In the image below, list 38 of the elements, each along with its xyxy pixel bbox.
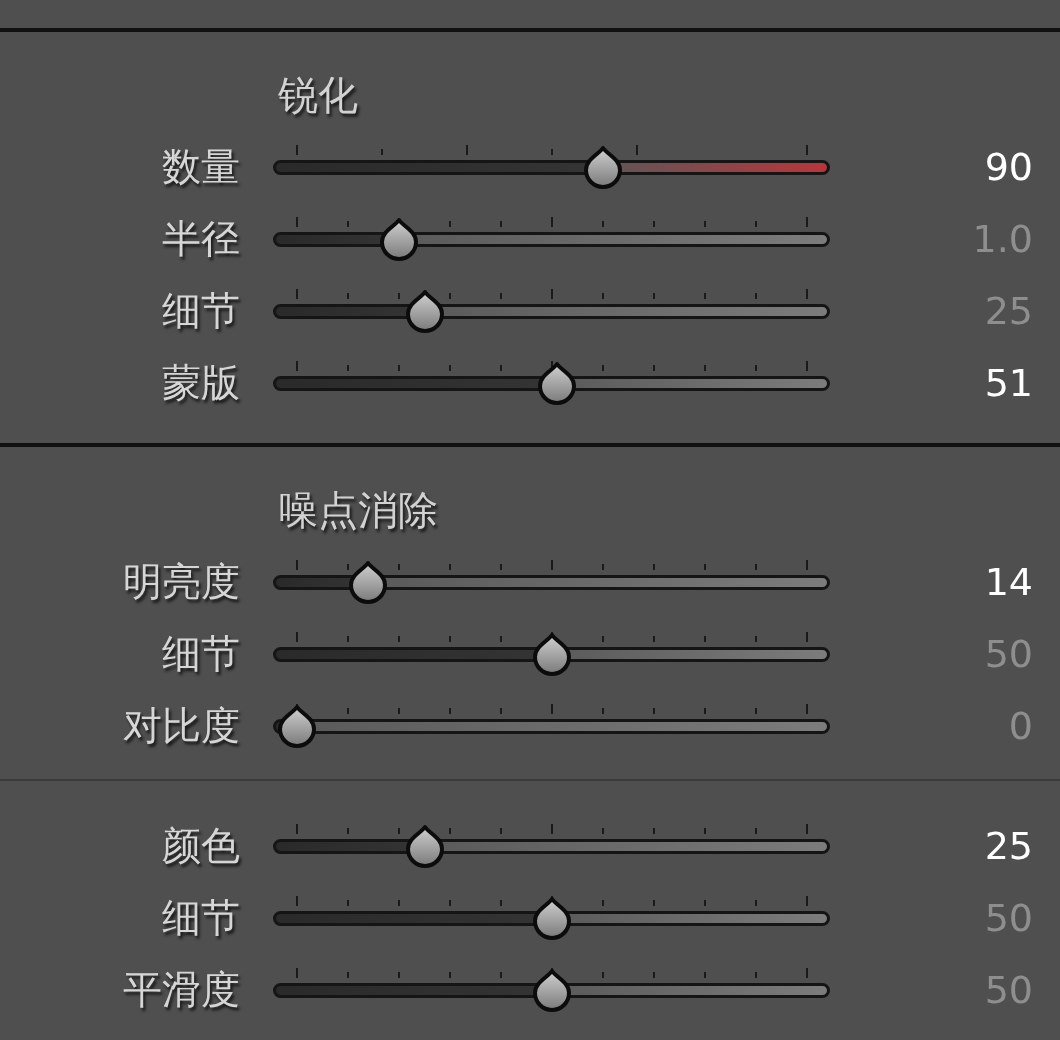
slider-track[interactable] <box>273 896 830 940</box>
slider-label: 对比度 <box>123 702 240 750</box>
slider-value: 1.0 <box>972 216 1033 263</box>
section-title: 噪点消除 <box>278 486 438 535</box>
slider-label: 细节 <box>162 630 240 678</box>
slider-label: 细节 <box>162 894 240 942</box>
slider-label: 明亮度 <box>123 558 240 606</box>
slider-track[interactable] <box>273 217 830 261</box>
slider-label: 平滑度 <box>123 966 240 1014</box>
slider-thumb[interactable] <box>530 632 574 676</box>
slider-thumb[interactable] <box>530 968 574 1012</box>
slider-track[interactable] <box>273 632 830 676</box>
slider-value: 51 <box>984 360 1033 407</box>
slider-label: 半径 <box>162 215 240 263</box>
slider-track[interactable] <box>273 560 830 604</box>
slider-thumb[interactable] <box>377 217 421 261</box>
slider-track[interactable] <box>273 968 830 1012</box>
slider-thumb[interactable] <box>581 145 625 189</box>
slider-value: 25 <box>984 823 1033 870</box>
slider-label: 蒙版 <box>162 359 240 407</box>
slider-track[interactable] <box>273 145 830 189</box>
slider-track[interactable] <box>273 289 830 333</box>
slider-value: 50 <box>984 895 1033 942</box>
slider-label: 细节 <box>162 287 240 335</box>
slider-value: 0 <box>1008 703 1033 750</box>
slider-thumb[interactable] <box>530 896 574 940</box>
slider-track[interactable] <box>273 704 830 748</box>
slider-track[interactable] <box>273 824 830 868</box>
slider-label: 数量 <box>162 143 240 191</box>
slider-thumb[interactable] <box>275 704 319 748</box>
slider-value: 25 <box>984 288 1033 335</box>
slider-value: 14 <box>984 559 1033 606</box>
slider-track[interactable] <box>273 361 830 405</box>
slider-value: 50 <box>984 967 1033 1014</box>
slider-label: 颜色 <box>162 822 240 870</box>
slider-value: 50 <box>984 631 1033 678</box>
section-title: 锐化 <box>278 71 358 120</box>
slider-value: 90 <box>984 144 1033 191</box>
